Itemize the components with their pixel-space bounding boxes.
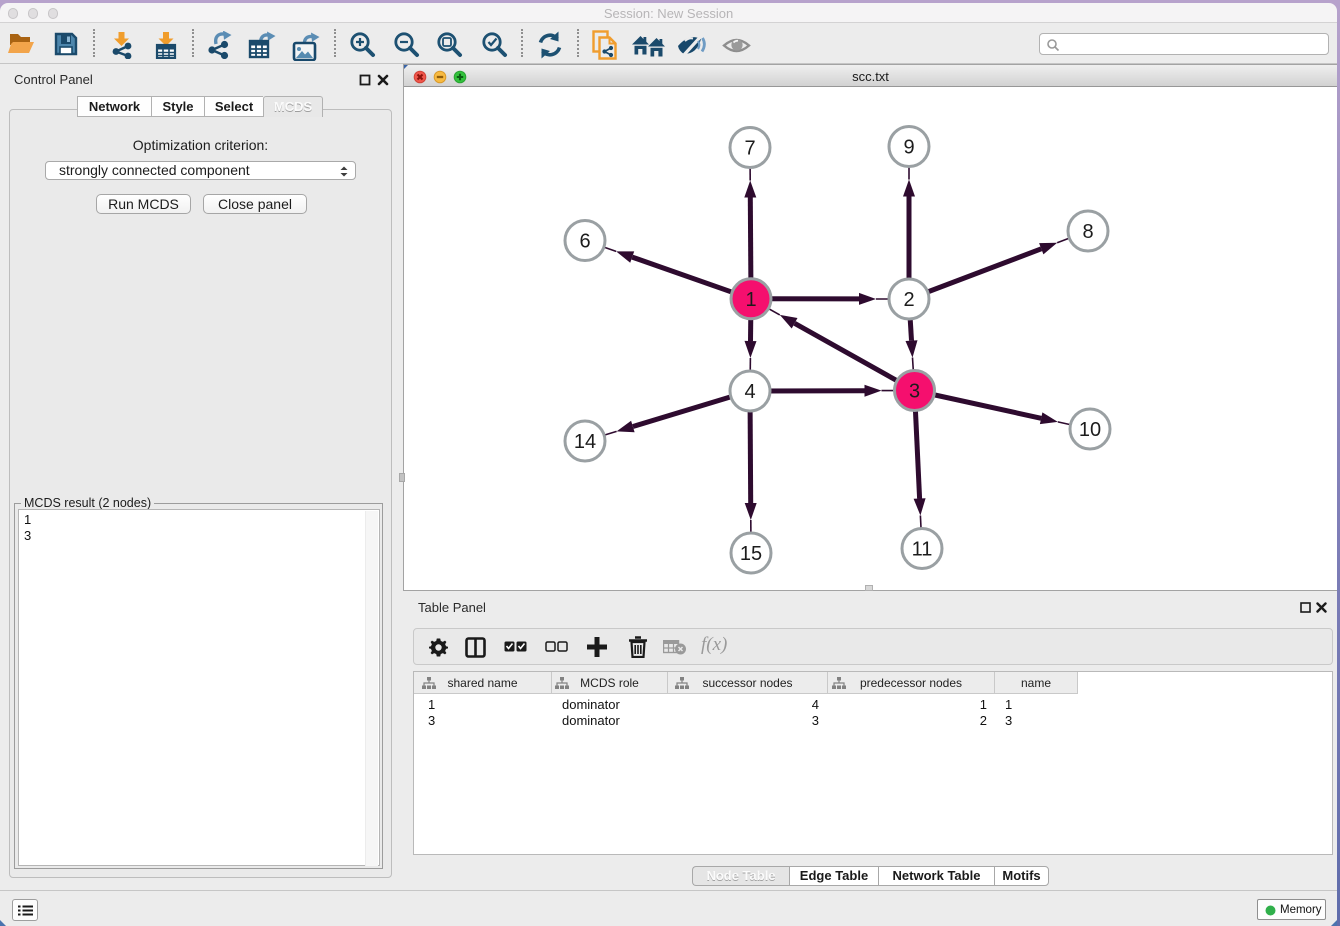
svg-text:11: 11 [912, 539, 933, 561]
svg-text:2: 2 [903, 289, 914, 311]
svg-text:14: 14 [574, 431, 596, 453]
svg-text:6: 6 [579, 231, 590, 253]
svg-text:9: 9 [903, 137, 914, 159]
svg-text:1: 1 [745, 289, 756, 311]
svg-text:4: 4 [744, 381, 755, 403]
svg-text:15: 15 [740, 543, 762, 565]
svg-text:10: 10 [1079, 419, 1101, 441]
svg-text:7: 7 [744, 138, 755, 160]
svg-text:8: 8 [1082, 221, 1093, 243]
svg-text:3: 3 [909, 381, 920, 403]
